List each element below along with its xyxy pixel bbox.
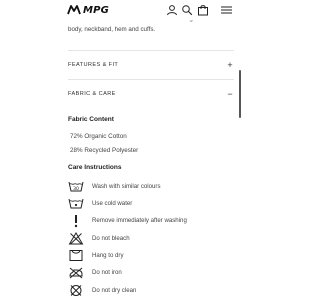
no-dry-clean-icon [68,284,84,298]
exclamation-icon [68,214,84,228]
description-line: body, neckband, hem and cuffs. [68,26,156,33]
plus-icon: + [227,59,233,70]
user-icon[interactable] [166,4,178,16]
hang-dry-icon [68,249,84,263]
care-item: Use cold water [68,196,132,211]
care-item: Do not dry clean [68,283,136,298]
care-text: Do not bleach [92,235,130,242]
site-header: MPG [0,0,300,20]
wash-30-icon: 30 [68,180,84,194]
fabric-item: 28% Recycled Polyester [70,147,139,154]
care-text: Use cold water [92,200,133,207]
care-item: Do not bleach [68,231,130,246]
care-text: Wash with similar colours [92,183,161,190]
brand-name: MPG [83,4,110,16]
cold-wash-icon [68,197,84,211]
minus-icon: − [227,88,233,99]
brand-logo[interactable]: MPG [67,4,109,16]
scrollbar-thumb[interactable] [239,70,241,118]
fabric-content-title: Fabric Content [68,116,114,123]
care-item: 30 Wash with similar colours [68,179,161,194]
accordion-fabric-care[interactable]: FABRIC & CARE − [68,87,234,101]
care-item: Do not iron [68,265,122,280]
care-text: Do not iron [92,269,122,276]
no-bleach-icon [68,232,84,246]
divider [68,50,234,51]
accordion-features-fit[interactable]: FEATURES & FIT + [68,58,234,72]
care-instructions-title: Care Instructions [68,164,122,171]
care-item: Remove immediately after washing [68,213,187,228]
care-item: Hang to dry [68,248,124,263]
no-iron-icon [68,266,84,280]
care-text: Remove immediately after washing [92,217,187,224]
care-text: Hang to dry [92,252,124,259]
bag-icon[interactable] [197,4,209,16]
accordion-label: FEATURES & FIT [68,62,119,68]
accordion-label: FABRIC & CARE [68,91,116,97]
brand-mark-icon [67,5,81,15]
search-icon[interactable] [181,4,193,16]
divider [68,79,234,80]
svg-text:30: 30 [73,186,79,192]
care-text: Do not dry clean [92,287,137,294]
menu-icon[interactable] [220,4,232,16]
fabric-item: 72% Organic Cotton [70,133,127,140]
